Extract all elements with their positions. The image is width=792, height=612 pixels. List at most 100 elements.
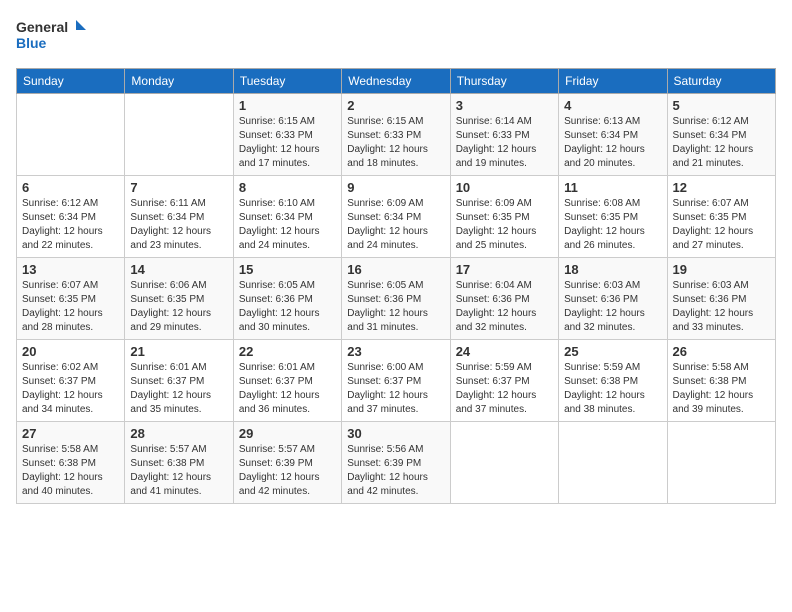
calendar-cell: 9Sunrise: 6:09 AM Sunset: 6:34 PM Daylig… <box>342 176 450 258</box>
calendar-cell <box>17 94 125 176</box>
calendar-cell: 5Sunrise: 6:12 AM Sunset: 6:34 PM Daylig… <box>667 94 775 176</box>
col-header-friday: Friday <box>559 69 667 94</box>
day-info: Sunrise: 6:15 AM Sunset: 6:33 PM Dayligh… <box>347 115 444 171</box>
col-header-monday: Monday <box>125 69 233 94</box>
day-info: Sunrise: 6:01 AM Sunset: 6:37 PM Dayligh… <box>130 361 227 417</box>
calendar-cell: 21 Sunrise: 6:01 AM Sunset: 6:37 PM Dayli… <box>125 340 233 422</box>
day-number: 3 <box>456 98 553 113</box>
page-header: General Blue <box>16 16 776 56</box>
day-number: 21 <box>130 344 227 359</box>
day-info: Sunrise: 6:07 AM Sunset: 6:35 PM Dayligh… <box>673 197 770 253</box>
day-number: 14 <box>130 262 227 277</box>
calendar-cell: 10 Sunrise: 6:09 AM Sunset: 6:35 PM Dayli… <box>450 176 558 258</box>
day-number: 6 <box>22 180 119 195</box>
day-number: 27 <box>22 426 119 441</box>
day-number: 26 <box>673 344 770 359</box>
day-info: Sunrise: 6:10 AM Sunset: 6:34 PM Dayligh… <box>239 197 336 253</box>
day-number: 13 <box>22 262 119 277</box>
day-info: Sunrise: 6:00 AM Sunset: 6:37 PM Dayligh… <box>347 361 444 417</box>
day-number: 1 <box>239 98 336 113</box>
logo: General Blue <box>16 16 86 56</box>
calendar-cell: 20 Sunrise: 6:02 AM Sunset: 6:37 PM Dayli… <box>17 340 125 422</box>
calendar-cell: 12 Sunrise: 6:07 AM Sunset: 6:35 PM Dayli… <box>667 176 775 258</box>
day-number: 2 <box>347 98 444 113</box>
day-info: Sunrise: 6:03 AM Sunset: 6:36 PM Dayligh… <box>564 279 661 335</box>
calendar-cell: 28 Sunrise: 5:57 AM Sunset: 6:38 PM Dayli… <box>125 422 233 504</box>
calendar-cell: 4 Sunrise: 6:13 AM Sunset: 6:34 PM Daylig… <box>559 94 667 176</box>
day-info: Sunrise: 6:01 AM Sunset: 6:37 PM Dayligh… <box>239 361 336 417</box>
calendar-cell <box>667 422 775 504</box>
calendar-cell <box>559 422 667 504</box>
day-number: 23 <box>347 344 444 359</box>
calendar-cell: 3 Sunrise: 6:14 AM Sunset: 6:33 PM Daylig… <box>450 94 558 176</box>
day-info: Sunrise: 6:02 AM Sunset: 6:37 PM Dayligh… <box>22 361 119 417</box>
day-info: Sunrise: 5:57 AM Sunset: 6:39 PM Dayligh… <box>239 443 336 499</box>
calendar-cell: 22 Sunrise: 6:01 AM Sunset: 6:37 PM Dayli… <box>233 340 341 422</box>
day-info: Sunrise: 6:07 AM Sunset: 6:35 PM Dayligh… <box>22 279 119 335</box>
day-info: Sunrise: 6:08 AM Sunset: 6:35 PM Dayligh… <box>564 197 661 253</box>
calendar-cell: 17 Sunrise: 6:04 AM Sunset: 6:36 PM Dayli… <box>450 258 558 340</box>
day-number: 30 <box>347 426 444 441</box>
calendar-cell: 19Sunrise: 6:03 AM Sunset: 6:36 PM Dayli… <box>667 258 775 340</box>
calendar-cell: 15Sunrise: 6:05 AM Sunset: 6:36 PM Dayli… <box>233 258 341 340</box>
day-number: 7 <box>130 180 227 195</box>
day-info: Sunrise: 6:09 AM Sunset: 6:34 PM Dayligh… <box>347 197 444 253</box>
svg-text:Blue: Blue <box>16 35 47 51</box>
calendar-cell <box>450 422 558 504</box>
calendar-cell: 29 Sunrise: 5:57 AM Sunset: 6:39 PM Dayli… <box>233 422 341 504</box>
day-number: 19 <box>673 262 770 277</box>
day-info: Sunrise: 6:13 AM Sunset: 6:34 PM Dayligh… <box>564 115 661 171</box>
day-number: 29 <box>239 426 336 441</box>
calendar-table: SundayMondayTuesdayWednesdayThursdayFrid… <box>16 68 776 504</box>
day-info: Sunrise: 6:12 AM Sunset: 6:34 PM Dayligh… <box>673 115 770 171</box>
day-info: Sunrise: 6:14 AM Sunset: 6:33 PM Dayligh… <box>456 115 553 171</box>
calendar-cell: 18 Sunrise: 6:03 AM Sunset: 6:36 PM Dayli… <box>559 258 667 340</box>
calendar-cell <box>125 94 233 176</box>
calendar-cell: 16 Sunrise: 6:05 AM Sunset: 6:36 PM Dayli… <box>342 258 450 340</box>
col-header-wednesday: Wednesday <box>342 69 450 94</box>
day-info: Sunrise: 6:05 AM Sunset: 6:36 PM Dayligh… <box>239 279 336 335</box>
day-number: 11 <box>564 180 661 195</box>
day-number: 8 <box>239 180 336 195</box>
calendar-cell: 27 Sunrise: 5:58 AM Sunset: 6:38 PM Dayli… <box>17 422 125 504</box>
day-info: Sunrise: 5:59 AM Sunset: 6:37 PM Dayligh… <box>456 361 553 417</box>
day-info: Sunrise: 6:12 AM Sunset: 6:34 PM Dayligh… <box>22 197 119 253</box>
calendar-cell: 8 Sunrise: 6:10 AM Sunset: 6:34 PM Daylig… <box>233 176 341 258</box>
calendar-cell: 24 Sunrise: 5:59 AM Sunset: 6:37 PM Dayli… <box>450 340 558 422</box>
calendar-cell: 11 Sunrise: 6:08 AM Sunset: 6:35 PM Dayli… <box>559 176 667 258</box>
calendar-cell: 6 Sunrise: 6:12 AM Sunset: 6:34 PM Daylig… <box>17 176 125 258</box>
day-info: Sunrise: 6:05 AM Sunset: 6:36 PM Dayligh… <box>347 279 444 335</box>
calendar-cell: 13 Sunrise: 6:07 AM Sunset: 6:35 PM Dayli… <box>17 258 125 340</box>
day-number: 12 <box>673 180 770 195</box>
svg-text:General: General <box>16 19 68 35</box>
logo-svg: General Blue <box>16 16 86 56</box>
day-info: Sunrise: 6:04 AM Sunset: 6:36 PM Dayligh… <box>456 279 553 335</box>
day-number: 25 <box>564 344 661 359</box>
col-header-saturday: Saturday <box>667 69 775 94</box>
day-number: 17 <box>456 262 553 277</box>
day-info: Sunrise: 6:09 AM Sunset: 6:35 PM Dayligh… <box>456 197 553 253</box>
day-number: 20 <box>22 344 119 359</box>
calendar-cell: 7 Sunrise: 6:11 AM Sunset: 6:34 PM Daylig… <box>125 176 233 258</box>
day-info: Sunrise: 6:11 AM Sunset: 6:34 PM Dayligh… <box>130 197 227 253</box>
calendar-cell: 14 Sunrise: 6:06 AM Sunset: 6:35 PM Dayli… <box>125 258 233 340</box>
calendar-cell: 30 Sunrise: 5:56 AM Sunset: 6:39 PM Dayli… <box>342 422 450 504</box>
col-header-tuesday: Tuesday <box>233 69 341 94</box>
day-info: Sunrise: 5:56 AM Sunset: 6:39 PM Dayligh… <box>347 443 444 499</box>
day-number: 16 <box>347 262 444 277</box>
day-info: Sunrise: 5:58 AM Sunset: 6:38 PM Dayligh… <box>673 361 770 417</box>
day-number: 10 <box>456 180 553 195</box>
day-number: 22 <box>239 344 336 359</box>
calendar-cell: 25 Sunrise: 5:59 AM Sunset: 6:38 PM Dayli… <box>559 340 667 422</box>
day-number: 24 <box>456 344 553 359</box>
day-number: 18 <box>564 262 661 277</box>
col-header-thursday: Thursday <box>450 69 558 94</box>
day-info: Sunrise: 5:57 AM Sunset: 6:38 PM Dayligh… <box>130 443 227 499</box>
day-info: Sunrise: 5:59 AM Sunset: 6:38 PM Dayligh… <box>564 361 661 417</box>
day-info: Sunrise: 5:58 AM Sunset: 6:38 PM Dayligh… <box>22 443 119 499</box>
day-info: Sunrise: 6:15 AM Sunset: 6:33 PM Dayligh… <box>239 115 336 171</box>
calendar-cell: 26 Sunrise: 5:58 AM Sunset: 6:38 PM Dayli… <box>667 340 775 422</box>
day-number: 4 <box>564 98 661 113</box>
day-info: Sunrise: 6:06 AM Sunset: 6:35 PM Dayligh… <box>130 279 227 335</box>
day-number: 28 <box>130 426 227 441</box>
